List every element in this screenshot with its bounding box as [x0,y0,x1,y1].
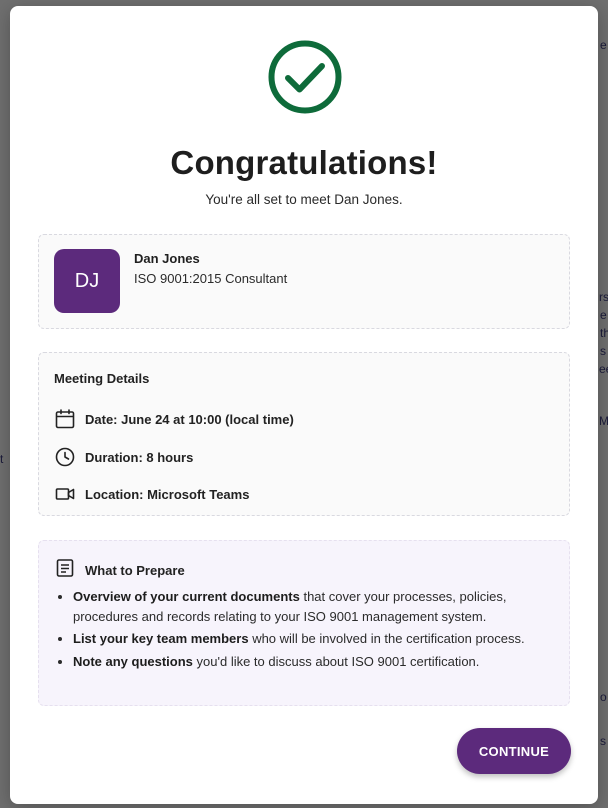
background-text: ee [599,362,608,376]
what-to-prepare-heading: What to Prepare [85,563,185,578]
list-item-text: who will be involved in the certificatio… [248,631,525,646]
what-to-prepare-card: What to Prepare Overview of your current… [38,540,570,706]
meeting-location-row: Location: Microsoft Teams [54,483,249,505]
meeting-details-card: Meeting Details Date: June 24 at 10:00 (… [38,352,570,516]
consultant-role: ISO 9001:2015 Consultant [134,271,288,286]
list-item: Overview of your current documents that … [73,587,553,626]
list-item-bold: Overview of your current documents [73,589,300,604]
avatar: DJ [54,249,120,313]
video-camera-icon [54,483,76,505]
consultant-name: Dan Jones [134,251,200,266]
background-text: s [600,344,606,358]
continue-button[interactable]: CONTINUE [457,728,571,774]
meeting-duration: Duration: 8 hours [85,449,194,465]
clock-icon [54,446,76,468]
check-circle-icon [268,40,342,114]
meeting-details-heading: Meeting Details [54,371,150,386]
what-to-prepare-header: What to Prepare [54,557,185,584]
prepare-list: Overview of your current documents that … [58,587,553,674]
meeting-date-row: Date: June 24 at 10:00 (local time) [54,408,294,430]
meeting-duration-row: Duration: 8 hours [54,446,193,468]
background-text: e [600,308,607,322]
list-item-text: you'd like to discuss about ISO 9001 cer… [192,653,480,669]
calendar-icon [54,408,76,430]
background-text: e [600,38,607,52]
background-text: th [600,326,608,340]
background-text: rs [599,290,608,304]
background-text: t [0,452,4,466]
consultant-card: DJ Dan Jones ISO 9001:2015 Consultant [38,234,570,329]
meeting-location: Location: Microsoft Teams [85,486,250,502]
page-title: Congratulations! [170,144,438,181]
list-item-bold: List your key team members [73,631,249,646]
background-text: s [600,734,606,748]
background-text: o [600,690,607,704]
meeting-date: Date: June 24 at 10:00 (local time) [85,411,294,427]
document-icon [54,557,76,584]
list-item: Note any questions you'd like to discuss… [73,652,553,672]
subtitle: You're all set to meet Dan Jones. [205,192,403,207]
confirmation-modal: Congratulations! You're all set to meet … [10,6,598,804]
list-item: List your key team members who will be i… [73,629,553,649]
list-item-bold: Note any questions [73,653,193,669]
background-text: M [599,414,608,428]
